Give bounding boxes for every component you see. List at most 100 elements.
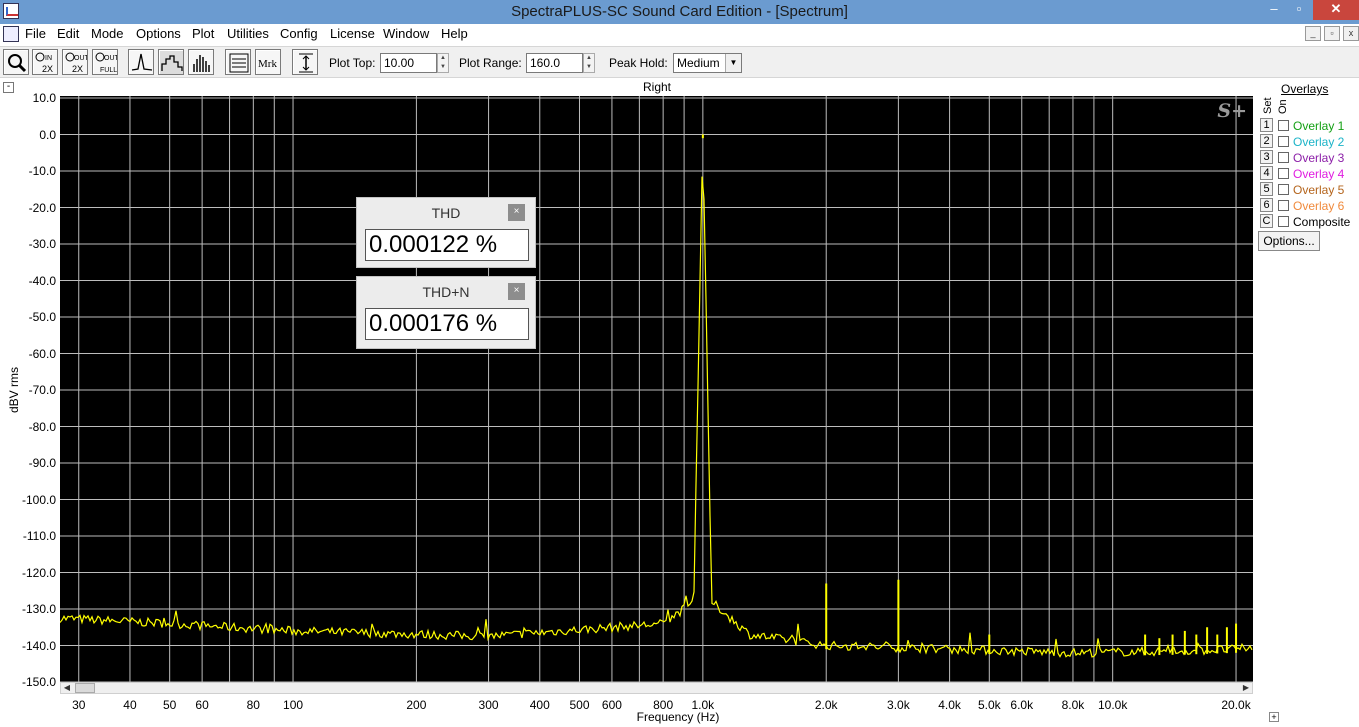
line-plot-icon[interactable]	[128, 49, 154, 75]
logo-icon: S+	[1217, 100, 1247, 122]
menu-window[interactable]: Window	[383, 26, 429, 41]
x-tick-label: 100	[283, 698, 304, 712]
autoscale-icon[interactable]	[292, 49, 318, 75]
plot-range-label: Plot Range:	[459, 56, 522, 70]
menu-license[interactable]: License	[330, 26, 375, 41]
svg-text:OUT: OUT	[74, 55, 88, 62]
menu-file[interactable]: File	[25, 26, 46, 41]
chart-title: Right	[642, 80, 671, 94]
overlay-set-button[interactable]: 2	[1260, 134, 1273, 148]
marker-label: Mrk	[258, 58, 277, 70]
document-icon[interactable]	[3, 26, 19, 42]
spectrum-plot	[60, 96, 1253, 684]
overlay-checkbox[interactable]	[1278, 184, 1289, 195]
menu-utilities[interactable]: Utilities	[227, 26, 269, 41]
x-tick-label: 2.0k	[814, 698, 838, 712]
x-tick-label: 30	[72, 698, 86, 712]
menu-edit[interactable]: Edit	[57, 26, 79, 41]
close-icon[interactable]: ×	[508, 204, 525, 221]
close-icon[interactable]: ×	[508, 283, 525, 300]
menu-config[interactable]: Config	[280, 26, 318, 41]
svg-text:2X: 2X	[72, 64, 83, 74]
overlay-checkbox[interactable]	[1278, 152, 1289, 163]
zoom-icon[interactable]	[3, 49, 29, 75]
zoom-in-2x-icon[interactable]: IN 2X	[32, 49, 58, 75]
on-column-header: On	[1277, 99, 1289, 114]
title-bar: SpectraPLUS-SC Sound Card Edition - [Spe…	[0, 0, 1359, 24]
x-tick-label: 40	[123, 698, 137, 712]
minimize-button[interactable]: –	[1260, 0, 1288, 20]
zoom-out-2x-icon[interactable]: OUT 2X	[62, 49, 88, 75]
menu-options[interactable]: Options	[136, 26, 181, 41]
zoom-out-full-icon[interactable]: OUT FULL	[92, 49, 118, 75]
overlay-label: Overlay 2	[1293, 135, 1345, 149]
maximize-button[interactable]: ▫	[1285, 0, 1313, 20]
y-tick-label: -30.0	[28, 237, 56, 251]
thdn-meter[interactable]: THD+N × 0.000176 %	[356, 276, 536, 349]
overlay-label: Composite	[1293, 215, 1351, 229]
y-tick-label: -10.0	[28, 164, 56, 178]
plot-range-input[interactable]: 160.0	[526, 53, 583, 73]
mdi-close-icon[interactable]: x	[1343, 26, 1359, 41]
y-tick-label: 0.0	[39, 127, 56, 142]
x-tick-label: 300	[478, 698, 499, 712]
overlay-checkbox[interactable]	[1278, 168, 1289, 179]
marker-icon[interactable]: Mrk	[255, 49, 281, 75]
scroll-left-icon[interactable]: ◀	[61, 683, 73, 693]
peak-hold-select[interactable]: Medium ▼	[673, 53, 742, 73]
overlay-checkbox[interactable]	[1278, 120, 1289, 131]
scroll-right-icon[interactable]: ▶	[1240, 683, 1252, 693]
display-settings-icon[interactable]	[225, 49, 251, 75]
x-tick-label: 3.0k	[887, 698, 910, 712]
step-plot-icon[interactable]	[158, 49, 184, 75]
overlay-set-button[interactable]: C	[1260, 214, 1273, 228]
overlay-checkbox[interactable]	[1278, 136, 1289, 147]
overlay-set-button[interactable]: 1	[1260, 118, 1273, 132]
horizontal-scrollbar[interactable]: ◀ ▶	[60, 682, 1253, 694]
plot-area[interactable]: S+	[60, 96, 1253, 684]
plot-top-input[interactable]: 10.00	[380, 53, 437, 73]
plot-top-spinner[interactable]: ▲ ▼	[437, 53, 449, 73]
thd-meter[interactable]: THD × 0.000122 %	[356, 197, 536, 268]
y-tick-label: -140.0	[21, 638, 56, 653]
plot-range-spinner[interactable]: ▲ ▼	[583, 53, 595, 73]
scroll-thumb[interactable]	[75, 683, 95, 693]
close-button[interactable]: ✕	[1313, 0, 1359, 20]
x-axis-label: Frequency (Hz)	[636, 710, 720, 724]
overlay-set-button[interactable]: 4	[1260, 166, 1273, 180]
overlay-checkbox[interactable]	[1278, 200, 1289, 211]
chevron-down-icon[interactable]: ▼	[725, 54, 741, 72]
y-tick-label: -40.0	[28, 273, 56, 288]
mdi-minimize-icon[interactable]: _	[1305, 26, 1321, 41]
overlays-title: Overlays	[1281, 82, 1329, 96]
y-tick-label: -90.0	[28, 456, 56, 470]
overlay-set-button[interactable]: 5	[1260, 182, 1273, 196]
x-tick-label: 80	[246, 698, 260, 712]
peak-hold-value: Medium	[677, 56, 720, 70]
overlay-set-button[interactable]: 6	[1260, 198, 1273, 212]
y-tick-label: -110.0	[22, 529, 56, 543]
x-tick-label: 8.0k	[1061, 698, 1085, 712]
menu-plot[interactable]: Plot	[192, 26, 214, 41]
x-tick-label: 4.0k	[938, 698, 961, 712]
x-tick-label: 20.0k	[1221, 698, 1251, 712]
plot-top-label: Plot Top:	[329, 56, 376, 70]
x-tick-label: 400	[529, 698, 550, 712]
y-tick-label: -80.0	[28, 419, 56, 434]
y-tick-label: -20.0	[28, 200, 56, 215]
x-tick-label: 50	[162, 698, 177, 712]
overlay-label: Overlay 1	[1293, 119, 1345, 133]
mdi-restore-icon[interactable]: ▫	[1324, 26, 1340, 41]
expand-icon[interactable]: +	[1269, 712, 1279, 722]
overlay-checkbox[interactable]	[1278, 216, 1289, 227]
overlay-set-button[interactable]: 3	[1260, 150, 1273, 164]
menu-help[interactable]: Help	[441, 26, 468, 41]
x-tick-label: 10.0k	[1097, 698, 1128, 712]
overlay-options-button[interactable]: Options...	[1258, 231, 1320, 251]
set-column-header: Set	[1262, 97, 1274, 114]
overlay-label: Overlay 5	[1293, 183, 1345, 197]
bar-plot-icon[interactable]	[188, 49, 214, 75]
x-tick-label: 5.0k	[977, 698, 1001, 712]
svg-text:OUT: OUT	[104, 55, 118, 62]
menu-mode[interactable]: Mode	[91, 26, 124, 41]
